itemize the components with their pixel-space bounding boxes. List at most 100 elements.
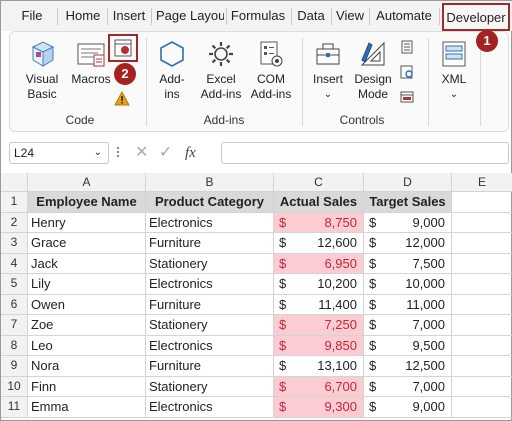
product-category-cell[interactable]: Furniture [146,233,274,254]
empty-cell[interactable] [452,274,512,295]
excel-addins-button[interactable]: Excel Add-ins [196,38,246,108]
row-header[interactable]: 5 [1,274,28,295]
chevron-down-icon[interactable]: ⌄ [94,143,102,163]
empty-cell[interactable] [452,295,512,315]
target-sales-cell[interactable]: $7,000 [364,315,452,336]
group-separator [146,38,147,126]
actual-sales-cell[interactable]: $13,100 [274,356,364,377]
employee-name-cell[interactable]: Lily [28,274,146,295]
product-category-cell[interactable]: Electronics [146,274,274,295]
cancel-icon[interactable]: ✕ [135,142,148,164]
target-sales-cell[interactable]: $9,500 [364,335,452,356]
empty-cell[interactable] [452,377,512,397]
target-sales-cell[interactable]: $10,000 [364,274,452,295]
target-sales-cell[interactable]: $9,000 [364,397,452,418]
tab-formulas[interactable]: Formulas [227,1,289,31]
table-header-cell[interactable]: Employee Name [28,192,146,213]
row-header[interactable]: 9 [1,356,28,377]
employee-name-cell[interactable]: Nora [28,356,146,377]
actual-sales-cell[interactable]: $10,200 [274,274,364,295]
product-category-cell[interactable]: Electronics [146,212,274,233]
employee-name-cell[interactable]: Grace [28,233,146,254]
column-header[interactable]: C [274,173,364,192]
empty-cell[interactable] [452,192,512,213]
com-addins-button[interactable]: COM Add-ins [246,38,296,108]
tab-file[interactable]: File [11,1,53,31]
formula-input[interactable] [221,142,509,164]
tab-page-layout[interactable]: Page Layout [153,1,224,31]
view-code-icon[interactable] [400,65,414,79]
insert-function-button[interactable]: fx [185,142,196,164]
properties-icon[interactable] [400,40,414,54]
run-dialog-icon[interactable] [400,90,414,104]
table-header-cell[interactable]: Actual Sales [274,192,364,213]
product-category-cell[interactable]: Stationery [146,253,274,274]
design-mode-button[interactable]: Design Mode [350,38,396,108]
tab-automate[interactable]: Automate [371,1,437,31]
actual-sales-cell[interactable]: $9,850 [274,335,364,356]
empty-cell[interactable] [452,336,512,356]
target-sales-cell[interactable]: $11,000 [364,294,452,315]
product-category-cell[interactable]: Stationery [146,376,274,397]
empty-cell[interactable] [452,397,512,418]
column-header[interactable]: D [364,173,452,192]
empty-cell[interactable] [452,233,512,254]
product-category-cell[interactable]: Electronics [146,335,274,356]
product-category-cell[interactable]: Stationery [146,315,274,336]
actual-sales-cell[interactable]: $6,700 [274,376,364,397]
empty-cell[interactable] [452,254,512,274]
actual-sales-cell[interactable]: $9,300 [274,397,364,418]
actual-sales-cell[interactable]: $7,250 [274,315,364,336]
table-header-cell[interactable]: Target Sales [364,192,452,213]
tab-view[interactable]: View [333,1,367,31]
employee-name-cell[interactable]: Jack [28,253,146,274]
actual-sales-cell[interactable]: $12,600 [274,233,364,254]
name-box[interactable]: L24 ⌄ [9,142,109,164]
empty-cell[interactable] [452,356,512,377]
target-sales-cell[interactable]: $12,500 [364,356,452,377]
record-macro-icon[interactable] [114,39,132,57]
row-header[interactable]: 6 [1,294,28,315]
row-header[interactable]: 7 [1,315,28,336]
enter-icon[interactable]: ✓ [159,142,172,164]
table-header-cell[interactable]: Product Category [146,192,274,213]
tab-insert[interactable]: Insert [109,1,149,31]
employee-name-cell[interactable]: Henry [28,212,146,233]
employee-name-cell[interactable]: Leo [28,335,146,356]
actual-sales-cell[interactable]: $8,750 [274,212,364,233]
row-header[interactable]: 10 [1,376,28,397]
empty-cell[interactable] [452,213,512,233]
tab-developer[interactable]: Developer [442,3,510,31]
product-category-cell[interactable]: Furniture [146,294,274,315]
employee-name-cell[interactable]: Emma [28,397,146,418]
target-sales-cell[interactable]: $9,000 [364,212,452,233]
target-sales-cell[interactable]: $7,500 [364,253,452,274]
row-header[interactable]: 3 [1,233,28,254]
actual-sales-cell[interactable]: $11,400 [274,294,364,315]
macro-security-warning-icon[interactable] [114,91,130,106]
column-header[interactable]: A [28,173,146,192]
row-header[interactable]: 1 [1,192,28,213]
column-header[interactable]: B [146,173,274,192]
row-header[interactable]: 11 [1,397,28,418]
empty-cell[interactable] [452,315,512,336]
actual-sales-cell[interactable]: $6,950 [274,253,364,274]
target-sales-cell[interactable]: $7,000 [364,376,452,397]
visual-basic-button[interactable]: Visual Basic [16,38,68,108]
row-header[interactable]: 8 [1,335,28,356]
tab-data[interactable]: Data [293,1,329,31]
row-header[interactable]: 2 [1,212,28,233]
product-category-cell[interactable]: Electronics [146,397,274,418]
select-all-corner[interactable] [1,173,28,192]
row-header[interactable]: 4 [1,253,28,274]
addins-button[interactable]: Add- ins [152,38,192,108]
product-category-cell[interactable]: Furniture [146,356,274,377]
employee-name-cell[interactable]: Finn [28,376,146,397]
column-header[interactable]: E [452,173,512,192]
employee-name-cell[interactable]: Owen [28,294,146,315]
target-sales-cell[interactable]: $12,000 [364,233,452,254]
xml-button[interactable]: XML ⌄ [434,38,474,108]
insert-control-button[interactable]: Insert ⌄ [308,38,348,108]
tab-home[interactable]: Home [61,1,105,31]
employee-name-cell[interactable]: Zoe [28,315,146,336]
